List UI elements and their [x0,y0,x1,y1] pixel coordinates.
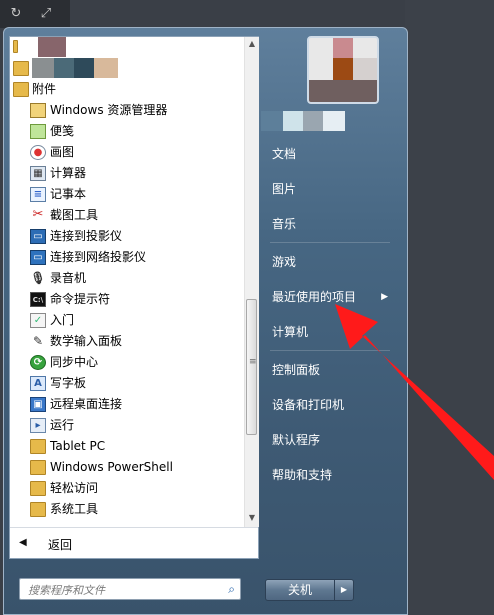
math-input-icon: ✎ [32,334,44,348]
search-box[interactable]: ⌕ [19,578,241,600]
menu-item-computer[interactable]: 计算机 [266,319,394,345]
list-item-getting-started[interactable]: ✓ 入门 [10,310,244,331]
chevron-right-icon: ▶ [340,585,348,594]
list-item-notepad[interactable]: ≡ 记事本 [10,184,244,205]
shutdown-button[interactable]: 关机 [265,579,335,601]
background-toolbar: ↻ ⤢ [0,0,70,28]
calculator-icon: ▦ [30,166,46,181]
network-projector-icon: ▭ [30,250,46,265]
paint-icon: ● [30,145,46,160]
separator [270,350,390,351]
folder-icon [13,61,29,76]
menu-item-control-panel[interactable]: 控制面板 [266,357,394,383]
sticky-notes-icon [30,124,46,139]
shutdown-options-button[interactable]: ▶ [334,579,354,601]
chevron-right-icon: ▶ [381,292,388,302]
scrollbar-thumb[interactable]: ≡ [246,299,257,435]
background-area [405,0,494,615]
list-item-ease-of-access[interactable]: 轻松访问 [10,478,244,499]
folder-icon [30,460,46,475]
list-item-snipping-tool[interactable]: ✂ 截图工具 [10,205,244,226]
menu-item-help-support[interactable]: 帮助和支持 [266,462,394,488]
menu-item-games[interactable]: 游戏 [266,249,394,275]
explorer-icon [30,103,46,118]
menu-item-music[interactable]: 音乐 [266,211,394,237]
list-item-remote-desktop[interactable]: ▣ 远程桌面连接 [10,394,244,415]
folder-icon [30,502,46,517]
folder-icon [30,481,46,496]
user-avatar[interactable] [307,36,379,104]
list-item-explorer[interactable]: Windows 资源管理器 [10,100,244,121]
list-item-system-tools[interactable]: 系统工具 [10,499,244,520]
refresh-icon[interactable]: ↻ [8,6,24,22]
menu-item-documents[interactable]: 文档 [266,141,394,167]
scroll-down-icon[interactable]: ▼ [245,511,259,525]
back-arrow-icon: ◀ [19,537,27,548]
list-item-sticky-notes[interactable]: 便笺 [10,121,244,142]
cmd-icon: C:\ [30,292,46,307]
notepad-icon: ≡ [30,187,46,202]
menu-item-default-programs[interactable]: 默认程序 [266,427,394,453]
list-item-tablet-pc[interactable]: Tablet PC [10,436,244,457]
run-icon: ▸ [30,418,46,433]
microphone-icon: 🎙 [30,271,46,285]
snipping-tool-icon: ✂ [32,207,44,222]
list-item-blurred-2[interactable] [10,58,244,79]
list-item-wordpad[interactable]: A 写字板 [10,373,244,394]
list-item-calculator[interactable]: ▦ 计算器 [10,163,244,184]
projector-icon: ▭ [30,229,46,244]
folder-icon [30,439,46,454]
list-item-powershell[interactable]: Windows PowerShell [10,457,244,478]
list-item-run[interactable]: ▸ 运行 [10,415,244,436]
back-button[interactable]: ◀ 返回 [10,527,258,559]
remote-desktop-icon: ▣ [30,397,46,412]
programs-scrollbar[interactable]: ▲ ≡ ▼ [244,37,259,527]
menu-item-pictures[interactable]: 图片 [266,176,394,202]
wordpad-icon: A [30,376,46,391]
list-item-sound-recorder[interactable]: 🎙 录音机 [10,268,244,289]
folder-icon [13,40,18,53]
list-item-cmd[interactable]: C:\ 命令提示符 [10,289,244,310]
list-item-blurred-1[interactable] [10,37,244,58]
separator [270,242,390,243]
start-menu: 附件 Windows 资源管理器 便笺 ● 画图 ▦ 计算器 ≡ 记事本 ✂ 截… [3,27,408,615]
expand-icon[interactable]: ⤢ [38,6,54,22]
list-item-paint[interactable]: ● 画图 [10,142,244,163]
programs-panel: 附件 Windows 资源管理器 便笺 ● 画图 ▦ 计算器 ≡ 记事本 ✂ 截… [9,36,259,559]
getting-started-icon: ✓ [30,313,46,328]
scroll-up-icon[interactable]: ▲ [245,37,259,51]
sync-center-icon: ⟳ [30,355,46,370]
folder-icon [13,82,29,97]
list-item-sync-center[interactable]: ⟳ 同步中心 [10,352,244,373]
list-item-math-input[interactable]: ✎ 数学输入面板 [10,331,244,352]
list-item-network-projector[interactable]: ▭ 连接到网络投影仪 [10,247,244,268]
list-item-projector[interactable]: ▭ 连接到投影仪 [10,226,244,247]
programs-list: 附件 Windows 资源管理器 便笺 ● 画图 ▦ 计算器 ≡ 记事本 ✂ 截… [10,37,244,527]
menu-item-devices-printers[interactable]: 设备和打印机 [266,392,394,418]
search-icon[interactable]: ⌕ [228,582,235,597]
user-name[interactable] [261,111,345,131]
list-item-accessories[interactable]: 附件 [10,79,244,100]
search-input[interactable] [26,581,220,599]
menu-item-recent-items[interactable]: 最近使用的项目 ▶ [266,284,394,310]
